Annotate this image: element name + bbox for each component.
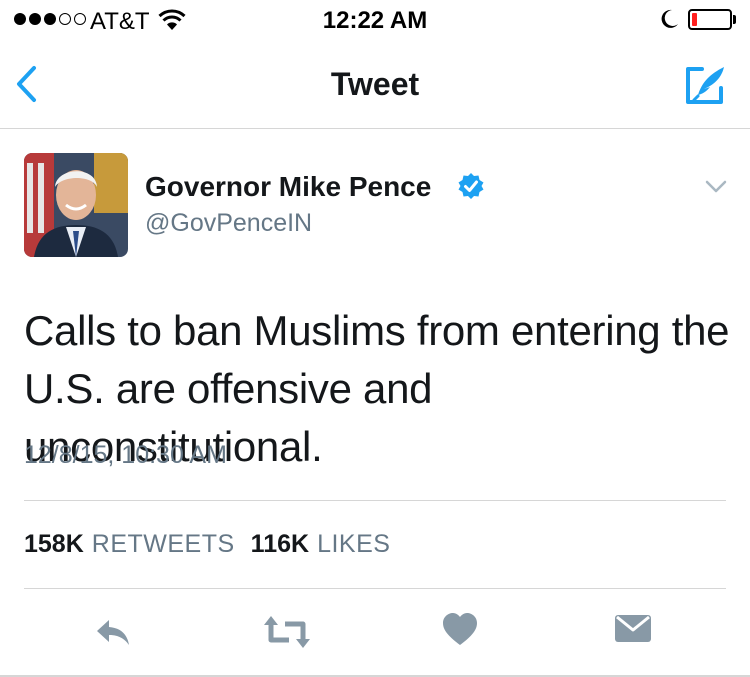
divider [24, 588, 726, 589]
reply-icon[interactable] [93, 612, 133, 657]
direct-message-icon[interactable] [614, 612, 652, 649]
divider [24, 500, 726, 501]
tweet-timestamp: 12/8/15, 10:30 AM [24, 441, 227, 469]
compose-tweet-icon[interactable] [684, 64, 728, 111]
tweet-stats: 158K RETWEETS 116K LIKES [24, 530, 406, 559]
battery-nub [733, 15, 736, 24]
retweets-count[interactable]: 158K [24, 530, 84, 559]
author-handle[interactable]: @GovPenceIN [145, 209, 312, 238]
avatar[interactable] [24, 153, 128, 257]
author-display-name[interactable]: Governor Mike Pence [145, 171, 431, 203]
page-title: Tweet [330, 66, 420, 102]
likes-count[interactable]: 116K [251, 530, 309, 559]
navigation-bar: Tweet [0, 40, 750, 129]
verified-badge-icon [457, 172, 485, 205]
like-heart-icon[interactable] [442, 612, 478, 653]
battery-icon [688, 9, 732, 30]
chevron-down-icon[interactable] [705, 180, 727, 199]
status-bar: AT&T 12:22 AM [0, 0, 750, 40]
retweet-icon[interactable] [263, 612, 311, 657]
likes-label[interactable]: LIKES [317, 530, 390, 559]
status-time: 12:22 AM [322, 7, 428, 34]
retweets-label[interactable]: RETWEETS [92, 530, 235, 559]
battery-level-fill [692, 13, 697, 26]
do-not-disturb-moon-icon [658, 8, 680, 35]
